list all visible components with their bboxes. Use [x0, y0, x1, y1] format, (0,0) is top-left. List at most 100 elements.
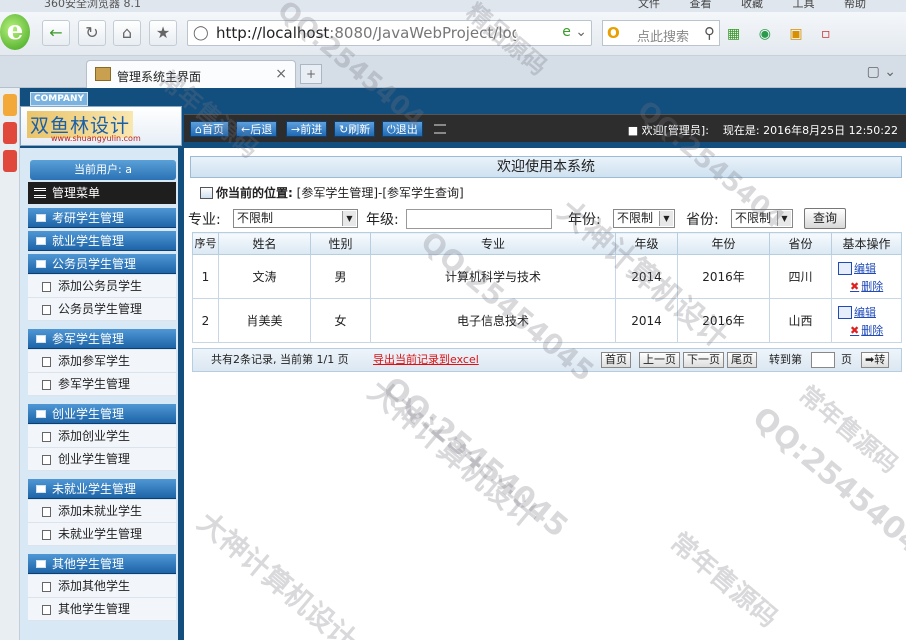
sidebar-favorites-icon[interactable]	[3, 94, 17, 116]
address-actions[interactable]: e ⌄	[562, 24, 587, 40]
cell-province: 山西	[769, 298, 832, 343]
sidebar-section-postgrad[interactable]: 考研学生管理	[28, 208, 176, 228]
tab-title: 管理系统主界面	[117, 70, 202, 84]
delete-link[interactable]: ✖ 删除	[838, 278, 901, 294]
menu-favorites[interactable]: 收藏	[741, 0, 763, 10]
browser-nav-bar: e ← ↻ ⌂ ★ ◯ http://localhost:8080/JavaWe…	[0, 12, 906, 56]
document-icon	[42, 507, 51, 517]
home-icon[interactable]: ⌂	[113, 20, 141, 46]
toolbar-menu-icon[interactable]	[434, 124, 446, 134]
tab-list-icon[interactable]: ▢ ⌄	[867, 64, 896, 80]
sidebar-item-add-startup[interactable]: 添加创业学生	[28, 425, 176, 448]
new-tab-button[interactable]: +	[300, 64, 322, 84]
sidebar-section-other[interactable]: 其他学生管理	[28, 554, 176, 574]
prev-page-button[interactable]: 上一页	[639, 352, 680, 368]
student-table: 序号 姓名 性别 专业 年级 年份 省份 基本操作 1 文涛 男 计算机科学与技…	[192, 232, 902, 343]
sidebar-section-unemployed[interactable]: 未就业学生管理	[28, 479, 176, 499]
close-tab-icon[interactable]: ×	[275, 66, 287, 82]
pagination-bar: 共有2条记录, 当前第 1/1 页 导出当前记录到excel 首页 上一页 下一…	[192, 348, 902, 372]
table-header-row: 序号 姓名 性别 专业 年级 年份 省份 基本操作	[192, 232, 902, 255]
home-icon: ⌂	[195, 123, 202, 136]
breadcrumb: 你当前的位置: [参军学生管理]-[参军学生查询]	[190, 182, 902, 204]
delete-link[interactable]: ✖ 删除	[838, 322, 901, 338]
go-button[interactable]: ➡转	[861, 352, 890, 368]
menu-view[interactable]: 查看	[690, 0, 712, 10]
sidebar-item-unemployed-manage[interactable]: 未就业学生管理	[28, 523, 176, 546]
province-label: 省份:	[686, 212, 719, 228]
next-page-button[interactable]: 下一页	[683, 352, 724, 368]
star-icon[interactable]: ★	[149, 20, 177, 46]
back-button[interactable]: ←后退	[236, 121, 278, 137]
edit-link[interactable]: 编辑	[838, 304, 901, 320]
cell-grade: 2014	[615, 254, 678, 299]
browser-search-box[interactable]: O 点此搜索 ⚲	[602, 20, 720, 46]
security-icon[interactable]: ◉	[759, 26, 771, 42]
address-bar[interactable]: ◯ http://localhost:8080/JavaWebProject/l…	[187, 20, 592, 46]
col-major: 专业	[370, 232, 616, 255]
sidebar-section-employed[interactable]: 就业学生管理	[28, 231, 176, 251]
browser-title-bar: 360安全浏览器 8.1 文件 查看 收藏 工具 帮助	[0, 0, 906, 12]
tab-main-interface[interactable]: 管理系统主界面 ×	[86, 60, 296, 88]
document-icon	[42, 282, 51, 292]
cell-actions: 编辑 ✖ 删除	[831, 298, 902, 343]
home-button[interactable]: ⌂首页	[190, 121, 229, 137]
last-page-button[interactable]: 尾页	[727, 352, 757, 368]
sidebar-item-military-manage[interactable]: 参军学生管理	[28, 373, 176, 396]
sidebar-item-add-other[interactable]: 添加其他学生	[28, 575, 176, 598]
province-select[interactable]: 不限制 ▼	[731, 209, 793, 228]
search-icon[interactable]: ⚲	[704, 24, 715, 42]
sidebar-item-other-manage[interactable]: 其他学生管理	[28, 598, 176, 621]
browser-logo-icon: e	[0, 14, 30, 50]
menu-help[interactable]: 帮助	[844, 0, 866, 10]
menu-file[interactable]: 文件	[638, 0, 660, 10]
folder-icon	[36, 560, 46, 568]
forward-button[interactable]: →前进	[286, 121, 328, 137]
address-url[interactable]: http://localhost:8080/JavaWebProject/log…	[216, 24, 516, 42]
sidebar-weibo-icon[interactable]	[3, 122, 17, 144]
ie-mode-icon[interactable]: e	[562, 24, 571, 40]
cell-year: 2016年	[677, 254, 770, 299]
cell-actions: 编辑 ✖ 删除	[831, 254, 902, 299]
major-select[interactable]: 不限制 ▼	[233, 209, 358, 228]
menu-grid-icon	[34, 188, 46, 198]
sidebar-item-civil-servant-manage[interactable]: 公务员学生管理	[28, 298, 176, 321]
cell-index: 2	[192, 298, 219, 343]
year-select[interactable]: 不限制 ▼	[613, 209, 675, 228]
sidebar-item-startup-manage[interactable]: 创业学生管理	[28, 448, 176, 471]
edit-icon	[838, 262, 852, 275]
first-page-button[interactable]: 首页	[601, 352, 631, 368]
refresh-button[interactable]: ↻刷新	[334, 121, 376, 137]
cell-grade: 2014	[615, 298, 678, 343]
location-path: [参军学生管理]-[参军学生查询]	[296, 186, 464, 200]
reload-icon[interactable]: ↻	[78, 20, 106, 46]
gift-icon[interactable]: ▣	[789, 26, 802, 42]
apps-grid-icon[interactable]: ▦	[727, 26, 740, 42]
location-label: 你当前的位置:	[216, 186, 293, 200]
sidebar-section-military[interactable]: 参军学生管理	[28, 329, 176, 349]
sidebar-item-add-military[interactable]: 添加参军学生	[28, 350, 176, 373]
cell-index: 1	[192, 254, 219, 299]
col-year: 年份	[677, 232, 770, 255]
refresh-icon: ↻	[339, 123, 349, 136]
grade-input[interactable]	[406, 209, 552, 229]
logout-button[interactable]: ⏻退出	[382, 121, 423, 137]
current-user-label: 当前用户: a	[30, 160, 176, 180]
sidebar-section-civil-servant[interactable]: 公务员学生管理	[28, 254, 176, 274]
cell-major: 电子信息技术	[370, 298, 616, 343]
sidebar-item-add-unemployed[interactable]: 添加未就业学生	[28, 500, 176, 523]
browser-menu-bar: 文件 查看 收藏 工具 帮助	[612, 0, 866, 11]
edit-link[interactable]: 编辑	[838, 260, 901, 276]
sidebar-item-add-civil-servant[interactable]: 添加公务员学生	[28, 275, 176, 298]
translate-icon[interactable]: ▫	[821, 26, 831, 42]
search-engine-icon[interactable]: O	[607, 24, 620, 42]
sidebar-apps-icon[interactable]	[3, 150, 17, 172]
menu-tools[interactable]: 工具	[793, 0, 815, 10]
chevron-down-icon[interactable]: ⌄	[575, 24, 587, 40]
sidebar-section-startup[interactable]: 创业学生管理	[28, 404, 176, 424]
cell-name: 文涛	[218, 254, 311, 299]
table-row: 1 文涛 男 计算机科学与技术 2014 2016年 四川 编辑 ✖ 删除	[192, 254, 902, 299]
back-arrow-icon[interactable]: ←	[42, 20, 70, 46]
query-button[interactable]: 查询	[804, 208, 846, 229]
page-number-input[interactable]	[811, 352, 835, 368]
export-excel-link[interactable]: 导出当前记录到excel	[373, 349, 479, 371]
